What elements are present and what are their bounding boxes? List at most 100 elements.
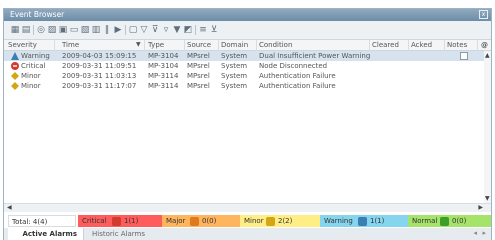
vertical-scrollbar[interactable]: ▲ ▼ [484, 51, 491, 203]
col-source[interactable]: Source [187, 41, 211, 49]
collapse-icon[interactable]: ⊻ [209, 25, 219, 35]
warning-summary[interactable]: Warning 1(1) [320, 215, 408, 227]
view-icon[interactable]: ▢ [128, 25, 138, 35]
col-domain[interactable]: Domain [221, 41, 248, 49]
toolbar-divider [33, 25, 34, 35]
toolbar-divider [195, 25, 196, 35]
filter-icon[interactable]: ▽ [139, 25, 149, 35]
filter-clear-icon[interactable]: ▿ [161, 25, 171, 35]
unack-icon[interactable]: ▨ [47, 25, 57, 35]
minor-icon [11, 72, 19, 80]
col-notes[interactable]: Notes [447, 41, 467, 49]
minor-icon [11, 82, 19, 90]
critical-summary[interactable]: Critical 1(1) [78, 215, 162, 227]
notes-icon[interactable] [460, 52, 468, 60]
time-cell: 2009-03-31 11:03:13 [62, 72, 137, 80]
sort-desc-icon: ▼ [136, 41, 141, 48]
col-divider [54, 40, 55, 51]
table-row[interactable]: Minor 2009-03-31 11:17:07 MP-3114 MPsrel… [4, 81, 485, 91]
normal-label: Normal [412, 217, 438, 225]
filter-remove-icon[interactable]: ◩ [183, 25, 193, 35]
type-cell: MP-3114 [148, 82, 179, 90]
ack-icon[interactable]: ◎ [36, 25, 46, 35]
tab-strip: Active Alarms Historic Alarms ◂ ▸ [4, 228, 491, 240]
toolbar-divider [125, 25, 126, 35]
type-cell: MP-3114 [148, 72, 179, 80]
col-divider [477, 40, 478, 51]
scroll-right-icon[interactable]: ▶ [478, 204, 483, 211]
col-divider [218, 40, 219, 51]
minor-summary[interactable]: Minor 2(2) [240, 215, 320, 227]
critical-icon [112, 217, 121, 226]
source-cell: MPsrel [187, 72, 210, 80]
source-cell: MPsrel [187, 52, 210, 60]
play-icon[interactable]: ▶ [113, 25, 123, 35]
col-severity[interactable]: Severity [8, 41, 37, 49]
col-divider [369, 40, 370, 51]
minor-icon [266, 217, 275, 226]
col-acked[interactable]: Acked [411, 41, 432, 49]
time-cell: 2009-04-03 15:09:15 [62, 52, 137, 60]
domain-cell: System [221, 72, 248, 80]
event-browser-window: Event Browser x ▦ ▤ ◎ ▨ ▣ ▭ ▧ ▥ ‖ ▶ ▢ ▽ … [3, 8, 492, 240]
normal-check-icon [440, 217, 449, 226]
major-summary[interactable]: Major 0(0) [162, 215, 240, 227]
export-icon[interactable]: ▧ [80, 25, 90, 35]
scroll-up-icon[interactable]: ▲ [485, 52, 490, 59]
column-chooser-icon[interactable]: @ [481, 41, 488, 49]
major-count: 0(0) [188, 215, 216, 227]
critical-label: Critical [82, 217, 107, 225]
source-cell: MPsrel [187, 62, 210, 70]
domain-cell: System [221, 62, 248, 70]
col-time[interactable]: Time [62, 41, 79, 49]
scroll-left-icon[interactable]: ◀ [7, 204, 12, 211]
critical-count: 1(1) [110, 215, 138, 227]
normal-count: 0(0) [438, 215, 466, 227]
warning-label: Warning [324, 217, 353, 225]
warning-triangle-icon [358, 217, 367, 226]
table-row[interactable]: Critical 2009-03-31 11:09:51 MP-3104 MPs… [4, 61, 485, 71]
col-type[interactable]: Type [148, 41, 164, 49]
window-title: Event Browser [10, 10, 65, 19]
table-header: Severity Time ▼ Type Source Domain Condi… [4, 40, 491, 51]
grid-icon[interactable]: ▦ [10, 25, 20, 35]
scroll-down-icon[interactable]: ▼ [485, 195, 490, 202]
clear-icon[interactable]: ▣ [58, 25, 68, 35]
major-label: Major [166, 217, 186, 225]
minor-count: 2(2) [264, 215, 292, 227]
warning-triangle-icon [11, 52, 19, 60]
type-cell: MP-3104 [148, 62, 179, 70]
table-row[interactable]: Warning 2009-04-03 15:09:15 MP-3104 MPsr… [4, 51, 485, 61]
table-icon[interactable]: ▤ [21, 25, 31, 35]
horizontal-scrollbar[interactable]: ◀ ▶ [4, 203, 491, 212]
col-condition[interactable]: Condition [259, 41, 292, 49]
col-cleared[interactable]: Cleared [372, 41, 399, 49]
table-row[interactable]: Minor 2009-03-31 11:03:13 MP-3114 MPsrel… [4, 71, 485, 81]
severity-cell: Minor [21, 72, 41, 80]
list-icon[interactable]: ≡ [198, 25, 208, 35]
col-divider [444, 40, 445, 51]
condition-cell: Authentication Failure [259, 82, 336, 90]
filter-edit-icon[interactable]: ⊽ [150, 25, 160, 35]
tab-active-alarms[interactable]: Active Alarms [8, 228, 84, 240]
notes-icon[interactable]: ▭ [69, 25, 79, 35]
event-table: Warning 2009-04-03 15:09:15 MP-3104 MPsr… [4, 51, 491, 203]
warning-count: 1(1) [356, 215, 384, 227]
domain-cell: System [221, 82, 248, 90]
type-cell: MP-3104 [148, 52, 179, 60]
time-cell: 2009-03-31 11:09:51 [62, 62, 137, 70]
title-bar: Event Browser x [4, 9, 491, 21]
tab-scroll-right-icon[interactable]: ▸ [482, 229, 486, 237]
tab-historic-alarms[interactable]: Historic Alarms [86, 228, 151, 240]
normal-summary[interactable]: Normal 0(0) [408, 215, 491, 227]
filter-settings-icon[interactable]: ▼ [172, 25, 182, 35]
minor-label: Minor [244, 217, 264, 225]
condition-cell: Authentication Failure [259, 72, 336, 80]
severity-cell: Critical [21, 62, 46, 70]
close-icon[interactable]: x [479, 10, 488, 19]
domain-cell: System [221, 52, 248, 60]
critical-icon [11, 62, 19, 70]
pause-icon[interactable]: ‖ [102, 25, 112, 35]
tab-scroll-left-icon[interactable]: ◂ [473, 229, 477, 237]
print-icon[interactable]: ▥ [91, 25, 101, 35]
